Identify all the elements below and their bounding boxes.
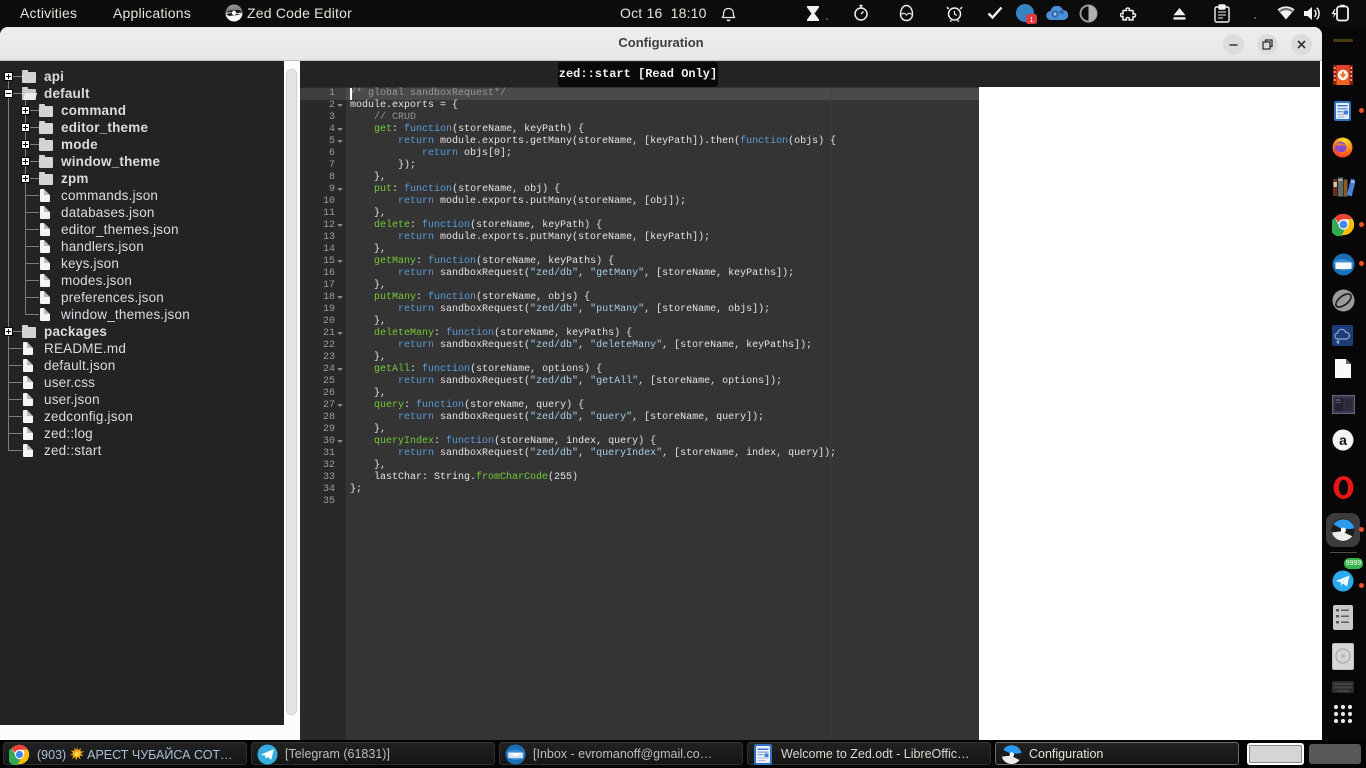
svg-text:a: a xyxy=(1339,432,1347,448)
svg-text:1: 1 xyxy=(1029,17,1033,24)
